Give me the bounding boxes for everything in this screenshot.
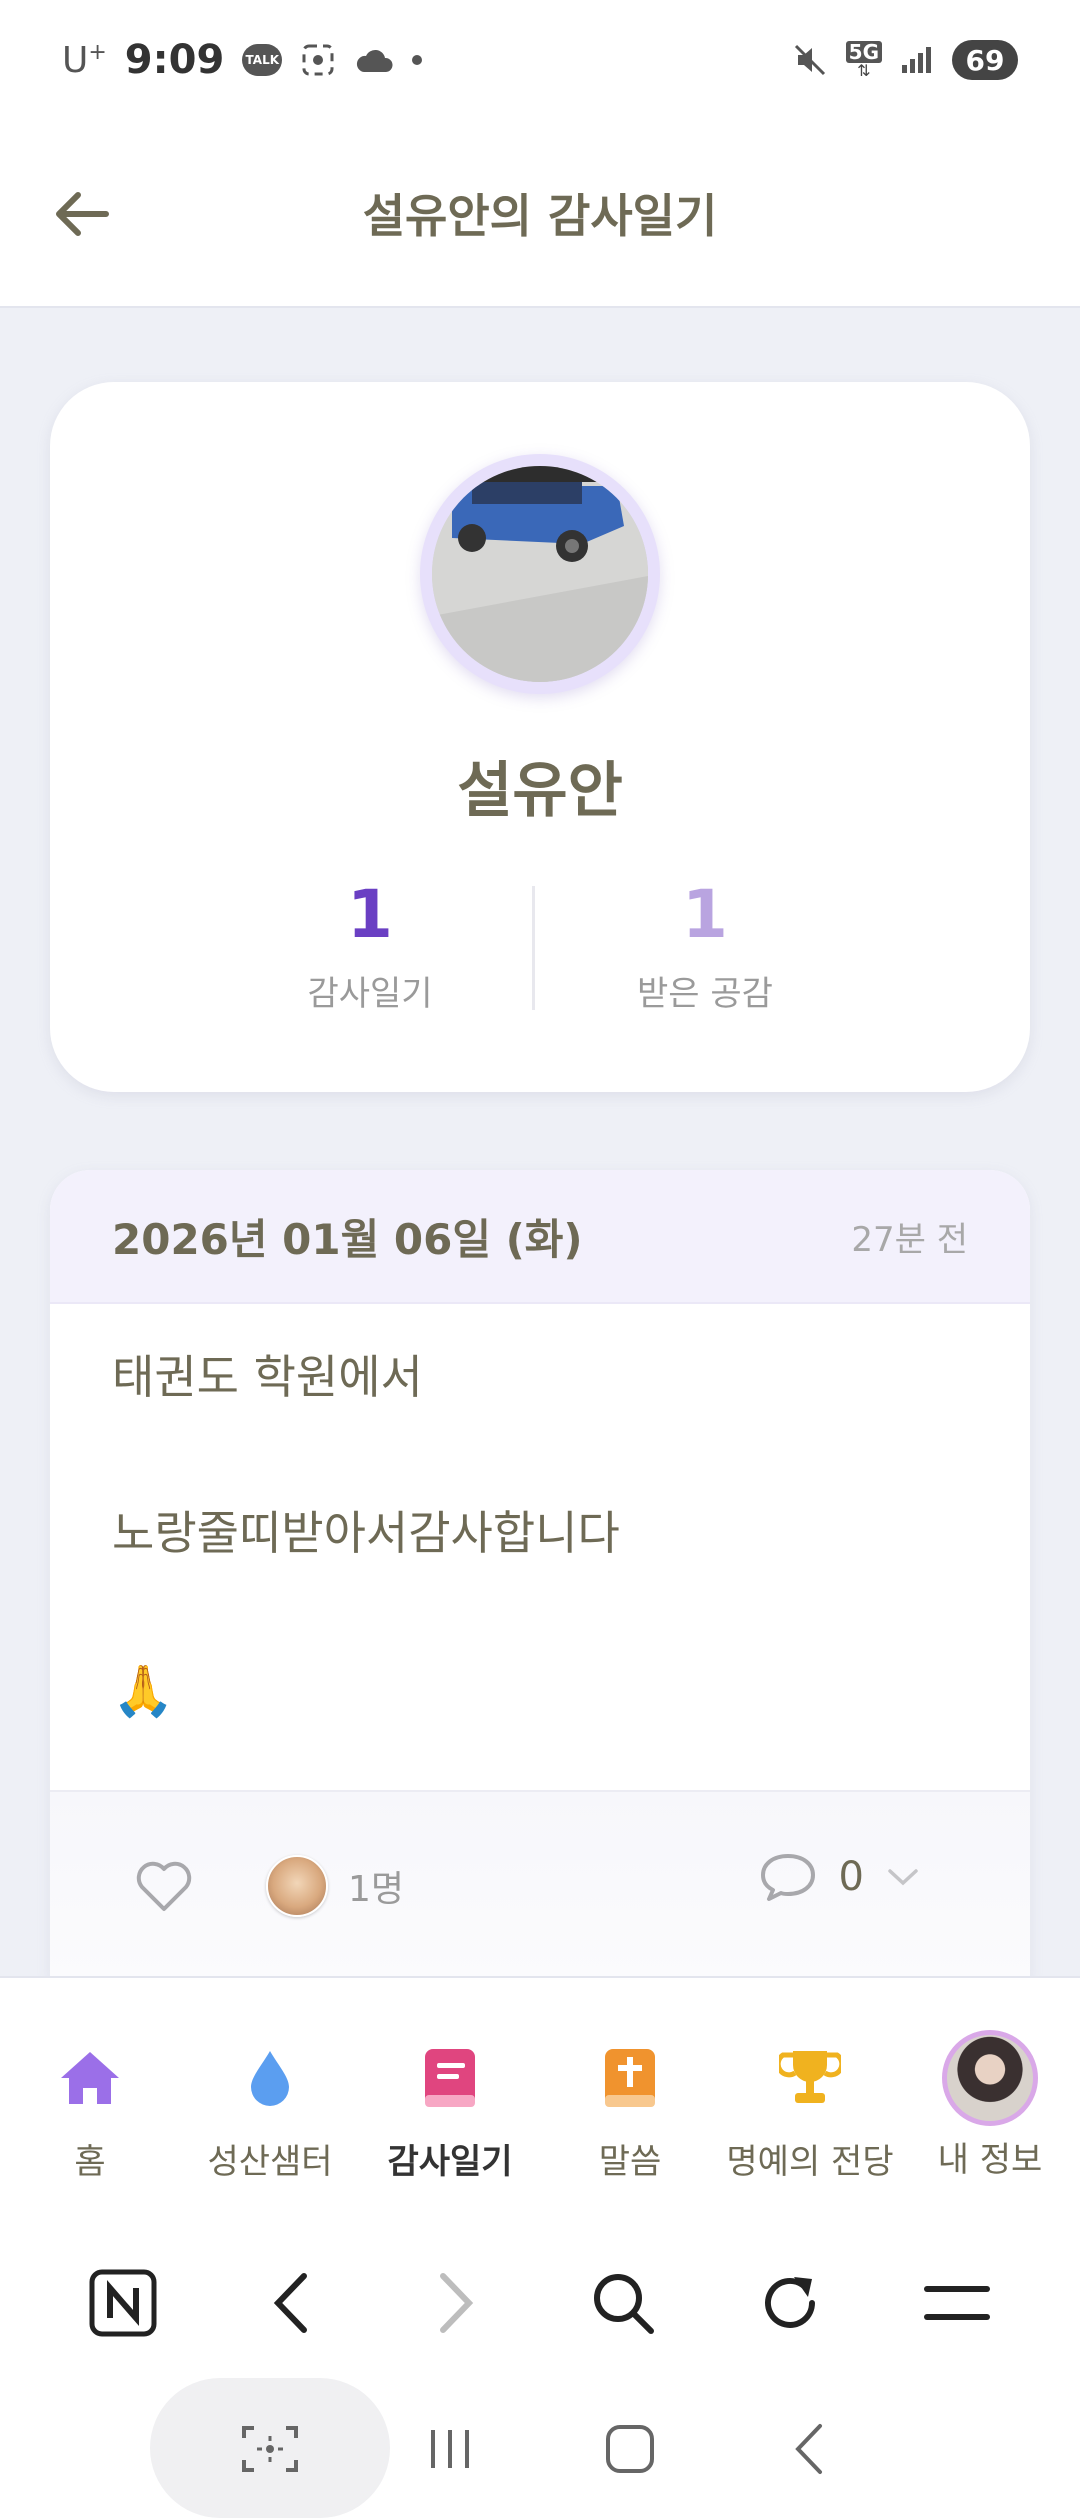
- network-5g-icon: 5G ⇅: [845, 41, 882, 79]
- profile-avatar-icon: [942, 2030, 1038, 2126]
- stat-empathy[interactable]: 1 받은 공감: [555, 882, 855, 1015]
- stat-empathy-count: 1: [682, 876, 728, 953]
- nav-label: 성산샘터: [207, 2142, 333, 2182]
- home-icon: [58, 2046, 122, 2110]
- stat-diary-count: 1: [347, 876, 393, 953]
- status-right: 5G ⇅ 69: [792, 40, 1018, 80]
- nav-label: 홈: [74, 2142, 106, 2182]
- diary-line: 태권도 학원에서: [112, 1350, 423, 1404]
- comment-count: 0: [838, 1854, 864, 1900]
- diary-date: 2026년 01월 06일 (화): [112, 1214, 583, 1264]
- naver-n-icon: [89, 2269, 157, 2337]
- mute-icon: [792, 42, 828, 78]
- heart-icon: [136, 1861, 192, 1911]
- status-bar: U+ 9:09 TALK 5G ⇅ 69: [0, 0, 1080, 120]
- comment-toggle[interactable]: 0: [759, 1852, 920, 1902]
- nav-item-scripture[interactable]: 말씀: [540, 1978, 720, 2228]
- stat-divider: [532, 886, 535, 1010]
- nav-item-spring[interactable]: 성산샘터: [180, 1978, 360, 2228]
- status-time: 9:09: [124, 37, 225, 83]
- page-title: 설유안의 감사일기: [362, 189, 718, 243]
- carrier-label: U+: [62, 39, 107, 81]
- home-square-icon: [606, 2425, 654, 2473]
- browser-toolbar: [0, 2228, 1080, 2378]
- screen-capture-icon: [242, 2426, 298, 2472]
- comment-icon: [760, 1854, 815, 1901]
- back-icon: [273, 2273, 307, 2333]
- nav-item-diary[interactable]: 감사일기: [360, 1978, 540, 2228]
- search-icon: [594, 2274, 655, 2334]
- nav-label: 명예의 전당: [726, 2142, 894, 2182]
- diary-footer: 1명 0: [50, 1790, 1030, 1980]
- cloud-icon: [354, 46, 394, 74]
- liker-avatar[interactable]: [266, 1855, 328, 1917]
- diary-book-icon: [418, 2046, 482, 2110]
- arrow-left-icon: [56, 192, 109, 236]
- back-button[interactable]: [50, 184, 114, 244]
- nav-item-my-info[interactable]: 내 정보: [900, 1978, 1080, 2228]
- diary-body: 태권도 학원에서 노랑줄띠받아서감사합니다 🙏: [50, 1304, 1030, 1790]
- system-back-icon: [795, 2424, 822, 2474]
- browser-forward-button[interactable]: [417, 2263, 497, 2343]
- liker-count[interactable]: 1명: [348, 1860, 404, 1912]
- naver-home-button[interactable]: [83, 2263, 163, 2343]
- toy-car-photo: [432, 466, 648, 682]
- recent-apps-button[interactable]: [415, 2414, 485, 2484]
- app-header: 설유안의 감사일기: [0, 120, 1080, 308]
- kakaotalk-icon: TALK: [242, 44, 283, 76]
- diary-header: 2026년 01월 06일 (화) 27분 전: [50, 1170, 1030, 1304]
- browser-refresh-button[interactable]: [750, 2263, 830, 2343]
- battery-indicator: 69: [952, 40, 1018, 80]
- system-back-button[interactable]: [775, 2414, 845, 2484]
- browser-back-button[interactable]: [250, 2263, 330, 2343]
- profile-card: 설유안 1 감사일기 1 받은 공감: [50, 382, 1030, 1092]
- nav-item-home[interactable]: 홈: [0, 1978, 180, 2228]
- signal-icon: [900, 45, 934, 75]
- notification-dot-icon: [412, 55, 423, 65]
- profile-name: 설유안: [457, 756, 623, 826]
- recent-apps-icon: [431, 2430, 469, 2468]
- status-left: U+ 9:09 TALK: [62, 37, 792, 83]
- stat-diary[interactable]: 1 감사일기: [220, 882, 520, 1015]
- trophy-icon: [778, 2046, 842, 2110]
- stat-empathy-label: 받은 공감: [637, 974, 773, 1014]
- browser-menu-button[interactable]: [917, 2263, 997, 2343]
- browser-search-button[interactable]: [583, 2263, 663, 2343]
- nav-label: 감사일기: [387, 2142, 513, 2182]
- water-drop-icon: [238, 2046, 302, 2110]
- bible-icon: [598, 2046, 662, 2110]
- screenshot-icon: [300, 42, 336, 78]
- profile-photo: [432, 466, 648, 682]
- menu-icon: [923, 2286, 990, 2320]
- forward-icon: [439, 2273, 473, 2333]
- stat-diary-label: 감사일기: [307, 974, 433, 1014]
- diary-entry-card[interactable]: 2026년 01월 06일 (화) 27분 전 태권도 학원에서 노랑줄띠받아서…: [50, 1170, 1030, 1980]
- bottom-nav: 홈 성산샘터 감사일기 말씀 명예의 전당 내 정보: [0, 1976, 1080, 2228]
- system-nav-bar: [0, 2378, 1080, 2520]
- screen-capture-button[interactable]: [235, 2414, 305, 2484]
- nav-label: 말씀: [598, 2142, 662, 2182]
- diary-line: 노랑줄띠받아서감사합니다: [112, 1506, 620, 1560]
- diary-relative-time: 27분 전: [851, 1219, 968, 1260]
- nav-label: 내 정보: [937, 2140, 1043, 2180]
- profile-avatar[interactable]: [420, 454, 660, 694]
- nav-item-hall-of-fame[interactable]: 명예의 전당: [720, 1978, 900, 2228]
- chevron-down-icon: [888, 1869, 918, 1886]
- diary-line-emoji: 🙏: [112, 1662, 175, 1720]
- like-button[interactable]: [132, 1856, 196, 1916]
- home-button[interactable]: [595, 2414, 665, 2484]
- refresh-icon: [764, 2277, 815, 2328]
